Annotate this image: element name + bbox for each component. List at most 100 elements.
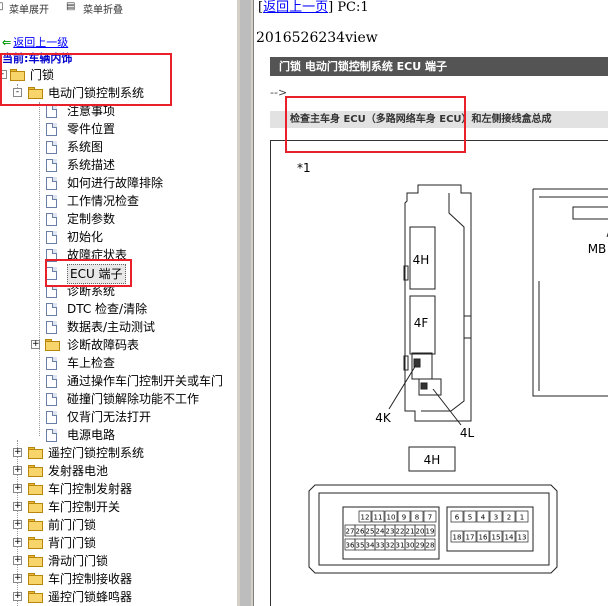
pin-number: 11 xyxy=(374,514,383,522)
tree-item-0[interactable]: 注意事项 xyxy=(0,102,236,120)
tree-folder-1[interactable]: + 发射器电池 xyxy=(0,462,236,480)
tree-item-label[interactable]: DTC 检查/清除 xyxy=(67,300,147,318)
tree-folder-2[interactable]: + 车门控制发射器 xyxy=(0,480,236,498)
tree-folder-3[interactable]: + 车门控制开关 xyxy=(0,498,236,516)
tree-item-label[interactable]: 定制参数 xyxy=(67,210,115,228)
expand-toggle-icon[interactable]: + xyxy=(13,592,22,601)
tree-item-label[interactable]: 通过操作车门控制开关或车门 xyxy=(67,372,223,390)
tree-item-label[interactable]: 车门控制开关 xyxy=(48,498,120,516)
expand-toggle-icon[interactable]: + xyxy=(13,538,22,547)
tree-item-power-lock-system[interactable]: - 电动门锁控制系统 xyxy=(0,84,236,102)
tree-item-label[interactable]: ECU 端子 xyxy=(67,264,126,284)
tree-folder-4[interactable]: + 前门门锁 xyxy=(0,516,236,534)
tree-item-label[interactable]: 诊断故障码表 xyxy=(67,336,139,354)
pin-number: 33 xyxy=(376,542,385,550)
expand-toggle-icon[interactable]: + xyxy=(13,520,22,529)
tree-item-label[interactable]: 诊断系统 xyxy=(67,282,115,300)
tree-item-label[interactable]: 滑动门门锁 xyxy=(48,552,108,570)
tree-item-label[interactable]: 前门门锁 xyxy=(48,516,96,534)
tree-item-label[interactable]: 工作情况检查 xyxy=(67,192,139,210)
tree-item-label[interactable]: 遥控门锁蜂鸣器 xyxy=(48,588,132,606)
tree-folder-7[interactable]: + 车门控制接收器 xyxy=(0,570,236,588)
expand-toggle-icon[interactable]: + xyxy=(13,502,22,511)
tree-item-2[interactable]: 系统图 xyxy=(0,138,236,156)
folder-icon xyxy=(28,465,44,477)
label-mb: MB xyxy=(588,242,607,256)
tree-item-label[interactable]: 遥控门锁控制系统 xyxy=(48,444,144,462)
document-icon xyxy=(46,105,57,118)
tree-item-label[interactable]: 车上检查 xyxy=(67,354,115,372)
section-header: 门锁 电动门锁控制系统 ECU 端子 xyxy=(270,57,608,76)
collapse-menu-button[interactable]: 菜单折叠 xyxy=(83,1,123,16)
tree-item-6[interactable]: 定制参数 xyxy=(0,210,236,228)
pin-number: 7 xyxy=(428,514,432,522)
tree-item-13[interactable]: + 诊断故障码表 xyxy=(0,336,236,354)
collapse-toggle-icon[interactable]: - xyxy=(0,70,7,79)
collapse-toggle-icon[interactable]: - xyxy=(13,88,22,97)
tree-item-15[interactable]: 通过操作车门控制开关或车门 xyxy=(0,372,236,390)
pin-number: 20 xyxy=(416,528,425,536)
tree-folder-8[interactable]: + 遥控门锁蜂鸣器 xyxy=(0,588,236,606)
tree-item-label[interactable]: 门锁 xyxy=(30,66,54,84)
tree-item-11[interactable]: DTC 检查/清除 xyxy=(0,300,236,318)
tree-item-label[interactable]: 车门控制发射器 xyxy=(48,480,132,498)
tree-folder-6[interactable]: + 滑动门门锁 xyxy=(0,552,236,570)
menu-icon[interactable]: ▯ xyxy=(0,1,4,12)
tree-item-8[interactable]: 故障症状表 xyxy=(0,246,236,264)
tree-item-label[interactable]: 碰撞门锁解除功能不工作 xyxy=(67,390,199,408)
tree-item-label[interactable]: 发射器电池 xyxy=(48,462,108,480)
expand-menu-button[interactable]: 菜单展开 xyxy=(9,1,49,16)
pin-number: 8 xyxy=(415,514,419,522)
tree-folder-0[interactable]: + 遥控门锁控制系统 xyxy=(0,444,236,462)
expand-toggle-icon[interactable]: + xyxy=(13,574,22,583)
tree-item-label[interactable]: 系统描述 xyxy=(67,156,115,174)
pin-number: 19 xyxy=(426,528,435,536)
pin-number: 18 xyxy=(453,534,462,542)
folder-icon xyxy=(28,555,44,567)
pin-number: 35 xyxy=(356,542,365,550)
tree-item-7[interactable]: 初始化 xyxy=(0,228,236,246)
back-page-link[interactable]: 返回上一页 xyxy=(263,0,328,15)
expand-toggle-icon[interactable]: + xyxy=(13,448,22,457)
tree-item-label[interactable]: 零件位置 xyxy=(67,120,115,138)
tree-item-5[interactable]: 工作情况检查 xyxy=(0,192,236,210)
tree-item-label[interactable]: 电源电路 xyxy=(67,426,115,444)
tree-item-label[interactable]: 数据表/主动测试 xyxy=(67,318,155,336)
tree-item-label[interactable]: 电动门锁控制系统 xyxy=(48,84,144,102)
tree-item-door-lock[interactable]: - 门锁 xyxy=(0,66,236,84)
document-icon xyxy=(46,213,57,226)
document-icon xyxy=(46,429,57,442)
folder-icon xyxy=(28,483,44,495)
tree-item-label[interactable]: 仅背门无法打开 xyxy=(67,408,151,426)
tree-item-label[interactable]: 如何进行故障排除 xyxy=(67,174,163,192)
tree-item-3[interactable]: 系统描述 xyxy=(0,156,236,174)
expand-toggle-icon[interactable]: + xyxy=(31,340,40,349)
tree-item-label[interactable]: 车门控制接收器 xyxy=(48,570,132,588)
pin-number: 9 xyxy=(402,514,406,522)
back-link-label[interactable]: 返回上一级 xyxy=(13,36,68,49)
tree-item-16[interactable]: 碰撞门锁解除功能不工作 xyxy=(0,390,236,408)
pin-number: 17 xyxy=(466,534,475,542)
expand-toggle-icon[interactable]: + xyxy=(13,484,22,493)
tree-item-label[interactable]: 故障症状表 xyxy=(67,246,127,264)
tree-item-18[interactable]: 电源电路 xyxy=(0,426,236,444)
expand-toggle-icon[interactable]: + xyxy=(13,466,22,475)
expand-toggle-icon[interactable]: + xyxy=(13,556,22,565)
tree-folder-5[interactable]: + 背门门锁 xyxy=(0,534,236,552)
tree-item-label[interactable]: 初始化 xyxy=(67,228,103,246)
pane-splitter[interactable] xyxy=(236,0,254,606)
collapse-icon[interactable]: ▤ xyxy=(66,1,75,12)
pin-number: 36 xyxy=(346,542,355,550)
tree-item-17[interactable]: 仅背门无法打开 xyxy=(0,408,236,426)
tree-item-10[interactable]: 诊断系统 xyxy=(0,282,236,300)
tree-item-1[interactable]: 零件位置 xyxy=(0,120,236,138)
tree-item-14[interactable]: 车上检查 xyxy=(0,354,236,372)
scrollbar[interactable] xyxy=(240,0,251,606)
tree-item-label[interactable]: 背门门锁 xyxy=(48,534,96,552)
tree-item-label[interactable]: 系统图 xyxy=(67,138,103,156)
tree-item-12[interactable]: 数据表/主动测试 xyxy=(0,318,236,336)
tree-item-9[interactable]: ECU 端子 xyxy=(0,264,236,284)
back-link[interactable]: ⇐ 返回上一级 xyxy=(2,34,68,50)
tree-item-4[interactable]: 如何进行故障排除 xyxy=(0,174,236,192)
tree-item-label[interactable]: 注意事项 xyxy=(67,102,115,120)
